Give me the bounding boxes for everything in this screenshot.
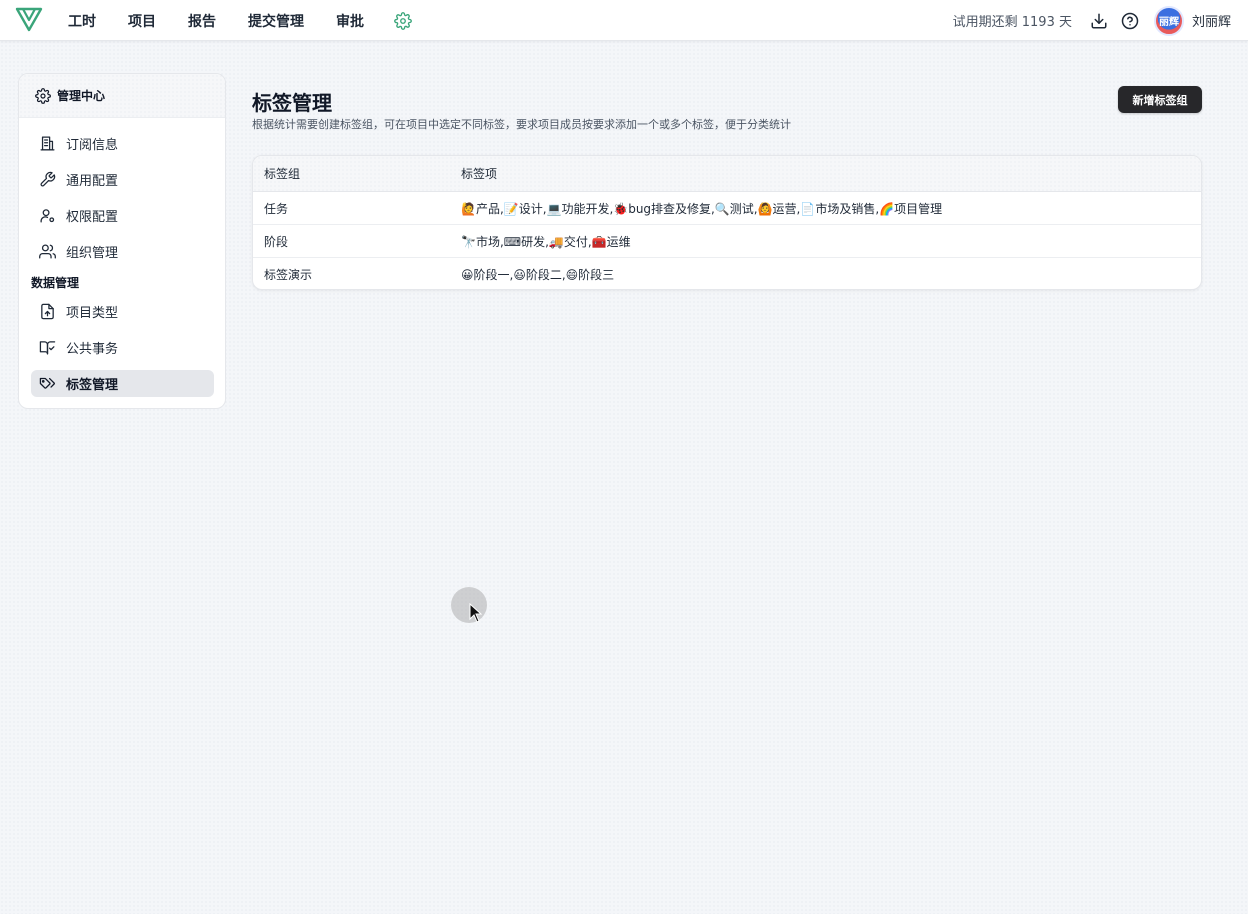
add-tag-group-button[interactable]: 新增标签组 bbox=[1118, 86, 1202, 113]
tag-group-name: 标签演示 bbox=[264, 268, 313, 282]
mouse-pointer-icon bbox=[469, 603, 483, 623]
table-row[interactable]: 任务 🙋产品,📝设计,💻功能开发,🐞bug排查及修复,🔍测试,🙆运营,📄市场及销… bbox=[253, 192, 1201, 225]
nav-submissions[interactable]: 提交管理 bbox=[248, 11, 304, 31]
page-title: 标签管理 bbox=[252, 91, 332, 115]
tag-group-name: 任务 bbox=[264, 201, 289, 216]
tags-icon bbox=[39, 377, 55, 389]
nav-reports[interactable]: 报告 bbox=[188, 11, 216, 31]
nav-worktime[interactable]: 工时 bbox=[68, 11, 96, 31]
help-icon[interactable] bbox=[1121, 12, 1139, 30]
avatar-text: 丽辉 bbox=[1158, 17, 1179, 28]
page-description: 根据统计需要创建标签组，可在项目中选定不同标签，要求项目成员按要求添加一个或多个… bbox=[252, 118, 791, 131]
download-icon[interactable] bbox=[1090, 12, 1108, 30]
sidebar-item-label: 组织管理 bbox=[66, 246, 119, 261]
tag-items: 🔭市场,⌨研发,🚚交付,🧰运维 bbox=[461, 234, 631, 249]
sidebar-item-project-types[interactable]: 项目类型 bbox=[31, 298, 214, 325]
table-row[interactable]: 阶段 🔭市场,⌨研发,🚚交付,🧰运维 bbox=[253, 225, 1201, 258]
sidebar-group-data: 数据管理 bbox=[31, 276, 80, 290]
sidebar-item-label: 权限配置 bbox=[66, 210, 119, 225]
sidebar-item-tag-management[interactable]: 标签管理 bbox=[31, 370, 214, 397]
sidebar-item-organization[interactable]: 组织管理 bbox=[31, 238, 214, 265]
settings-gear-icon[interactable] bbox=[394, 11, 412, 30]
nav-projects[interactable]: 项目 bbox=[128, 11, 156, 31]
top-right-area: 试用期还剩 1193 天 丽辉 刘丽辉 bbox=[953, 0, 1231, 41]
sidebar-item-label: 公共事务 bbox=[66, 342, 119, 357]
file-upload-icon bbox=[41, 303, 54, 320]
sidebar-item-permissions[interactable]: 权限配置 bbox=[31, 202, 214, 229]
column-header-items: 标签项 bbox=[461, 167, 498, 181]
book-check-icon bbox=[39, 341, 56, 355]
tag-items: 😀阶段一,😃阶段二,😄阶段三 bbox=[461, 268, 615, 282]
sidebar-item-label: 标签管理 bbox=[66, 378, 119, 393]
gear-icon bbox=[35, 87, 51, 104]
sidebar-item-label: 通用配置 bbox=[66, 174, 119, 189]
user-gear-icon bbox=[40, 209, 55, 223]
nav-approval[interactable]: 审批 bbox=[336, 11, 364, 31]
tag-group-table: 标签组 标签项 任务 🙋产品,📝设计,💻功能开发,🐞bug排查及修复,🔍测试,🙆… bbox=[252, 155, 1202, 290]
trial-remaining-text: 试用期还剩 1193 天 bbox=[952, 15, 1072, 30]
sidebar-item-subscription[interactable]: 订阅信息 bbox=[31, 130, 214, 157]
admin-sidebar: 管理中心 订阅信息 通用配置 权限配置 组织管理 数据管理 项目类型 公共事务 … bbox=[18, 73, 226, 409]
building-icon bbox=[40, 136, 55, 151]
column-header-group: 标签组 bbox=[264, 167, 301, 181]
sidebar-item-label: 订阅信息 bbox=[66, 138, 119, 153]
table-header: 标签组 标签项 bbox=[253, 156, 1201, 192]
username[interactable]: 刘丽辉 bbox=[1192, 11, 1231, 30]
tag-group-name: 阶段 bbox=[264, 234, 289, 249]
table-row[interactable]: 标签演示 😀阶段一,😃阶段二,😄阶段三 bbox=[253, 258, 1201, 289]
app-logo-icon[interactable] bbox=[15, 6, 43, 32]
users-icon bbox=[39, 244, 56, 259]
top-navbar: 工时 项目 报告 提交管理 审批 试用期还剩 1193 天 丽辉 刘丽辉 bbox=[0, 0, 1248, 41]
main-nav: 工时 项目 报告 提交管理 审批 bbox=[68, 0, 412, 41]
sidebar-header: 管理中心 bbox=[19, 74, 225, 118]
sidebar-title: 管理中心 bbox=[57, 89, 106, 103]
wrench-icon bbox=[40, 171, 56, 187]
tag-items: 🙋产品,📝设计,💻功能开发,🐞bug排查及修复,🔍测试,🙆运营,📄市场及销售,🌈… bbox=[461, 201, 943, 216]
avatar[interactable]: 丽辉 bbox=[1153, 5, 1184, 36]
sidebar-item-label: 项目类型 bbox=[66, 306, 119, 321]
sidebar-item-general-config[interactable]: 通用配置 bbox=[31, 166, 214, 193]
sidebar-item-public-affairs[interactable]: 公共事务 bbox=[31, 334, 214, 361]
